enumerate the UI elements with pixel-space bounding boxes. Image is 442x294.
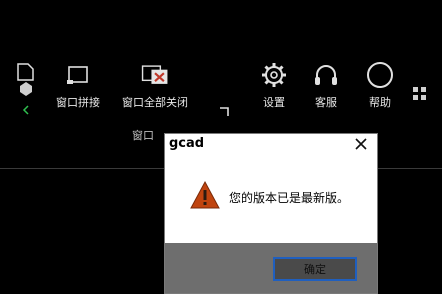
more-grid-icon[interactable] [412, 86, 428, 102]
group-expand-icon[interactable] [218, 106, 230, 118]
dialog-body: 您的版本已是最新版。 [165, 156, 377, 243]
gear-icon [258, 58, 290, 92]
headset-icon [310, 58, 342, 92]
message-dialog: gcad 您的版本已是最新版。 确定 [164, 133, 378, 294]
help-icon [364, 58, 396, 92]
close-all-windows-icon [139, 58, 171, 92]
toolbar-settings[interactable]: 设置 [258, 58, 290, 110]
ok-button[interactable]: 确定 [273, 257, 357, 281]
dialog-title: gcad [169, 136, 205, 151]
dialog-footer: 确定 [165, 243, 377, 293]
toolbar-support-label: 客服 [315, 96, 337, 109]
toolbar-settings-label: 设置 [263, 96, 285, 109]
window-tile-icon [62, 58, 94, 92]
toolbar-close-all-label: 窗口全部关闭 [122, 96, 188, 109]
toolbar-help[interactable]: 帮助 [364, 58, 396, 110]
dialog-message: 您的版本已是最新版。 [229, 191, 350, 205]
toolbar-window-tile[interactable]: 窗口拼接 [56, 58, 100, 110]
file-icon [17, 63, 34, 115]
toolbar-window-tile-label: 窗口拼接 [56, 96, 100, 109]
toolbar-support[interactable]: 客服 [310, 58, 342, 110]
toolbar-group-label: 窗口 [132, 129, 154, 142]
warning-icon [190, 180, 220, 209]
dialog-title-bar[interactable]: gcad [165, 134, 377, 156]
left-tool-strip[interactable] [14, 60, 38, 120]
toolbar-close-all-windows[interactable]: 窗口全部关闭 [122, 58, 188, 110]
toolbar-help-label: 帮助 [369, 96, 391, 109]
close-icon[interactable] [353, 136, 369, 152]
